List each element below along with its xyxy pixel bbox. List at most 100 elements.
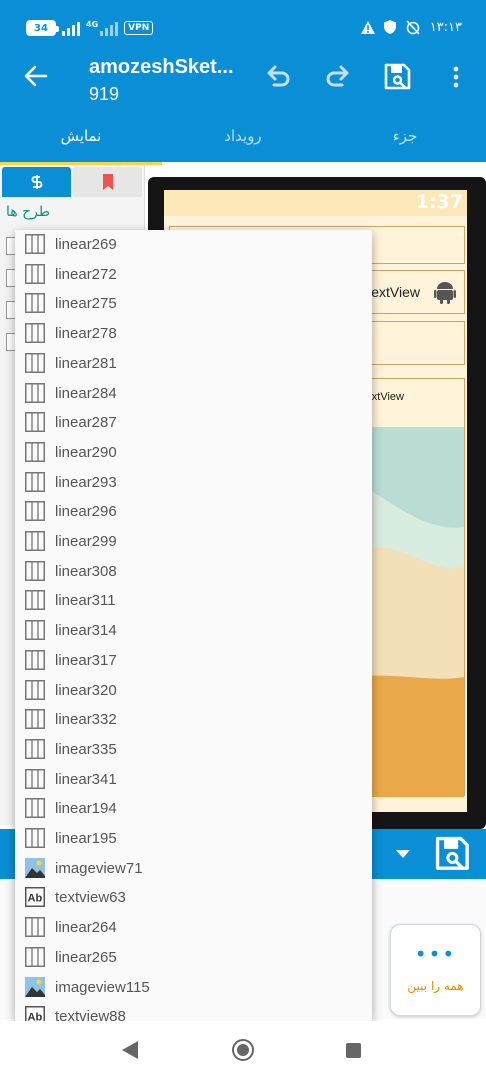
tab-view[interactable]: نمایش	[0, 110, 162, 165]
linear-layout-icon	[25, 323, 45, 344]
palette-tab-widgets[interactable]	[2, 167, 71, 197]
linear-layout-icon	[25, 709, 45, 730]
svg-text:Ab: Ab	[28, 893, 43, 905]
alarm-off-icon	[406, 20, 420, 35]
dropdown-item[interactable]: linear341	[15, 765, 372, 795]
text-icon: Ab	[25, 1006, 45, 1021]
status-left: 34 4G VPN	[26, 20, 154, 36]
dropdown-item[interactable]: linear311	[15, 586, 372, 616]
dropdown-item-label: linear278	[55, 325, 117, 343]
dropdown-item[interactable]: linear314	[15, 616, 372, 646]
dropdown-item[interactable]: imageview115	[15, 973, 372, 1003]
project-title: amozeshSket...	[89, 56, 234, 78]
vpn-badge: VPN	[124, 21, 154, 35]
dropdown-item-label: linear272	[55, 265, 117, 283]
dropdown-item[interactable]: linear265	[15, 943, 372, 973]
preview-textview-2: xtView	[371, 391, 404, 403]
dropdown-item[interactable]: linear194	[15, 794, 372, 824]
more-vert-icon[interactable]	[442, 63, 470, 91]
dropdown-item[interactable]: Ab textview63	[15, 883, 372, 913]
dropdown-item[interactable]: linear281	[15, 349, 372, 379]
dropdown-item[interactable]: linear308	[15, 557, 372, 587]
save-icon[interactable]	[435, 836, 471, 872]
dropdown-item[interactable]: linear284	[15, 379, 372, 409]
nav-home-icon[interactable]	[232, 1039, 254, 1061]
dropdown-item[interactable]: linear278	[15, 319, 372, 349]
back-arrow-icon[interactable]	[22, 63, 48, 89]
signal-icon	[62, 20, 80, 36]
dropdown-item-label: linear281	[55, 354, 117, 372]
dropdown-item[interactable]: linear287	[15, 408, 372, 438]
dropdown-item[interactable]: linear335	[15, 735, 372, 765]
dropdown-item[interactable]: imageview71	[15, 854, 372, 884]
save-icon[interactable]	[384, 63, 412, 91]
app-toolbar: amozeshSket... 919	[0, 46, 486, 110]
linear-layout-icon	[25, 768, 45, 789]
linear-layout-icon	[25, 531, 45, 551]
linear-layout-icon	[25, 679, 45, 700]
dropdown-item[interactable]: linear320	[15, 676, 372, 706]
dropdown-item-label: linear320	[55, 681, 117, 699]
dropdown-item-label: imageview115	[55, 978, 150, 996]
linear-layout-icon	[25, 382, 45, 403]
dropdown-item-label: linear299	[55, 533, 117, 550]
dropdown-item[interactable]: linear299	[15, 527, 372, 557]
dropdown-item-label: linear317	[55, 651, 117, 669]
dropdown-item[interactable]: linear332	[15, 705, 372, 735]
svg-text:Ab: Ab	[28, 1012, 43, 1021]
linear-layout-icon	[25, 828, 45, 848]
dropdown-item[interactable]: linear269	[15, 230, 372, 260]
shield-icon	[383, 20, 396, 34]
palette-tab-bookmarks[interactable]	[73, 167, 142, 197]
text-icon: Ab	[25, 887, 45, 908]
dropdown-item-label: linear311	[55, 592, 116, 610]
linear-layout-icon	[25, 441, 45, 462]
signal-icon-2	[100, 20, 119, 36]
see-all-button[interactable]: ••• همه را ببین	[390, 924, 481, 1016]
palette-tabs	[2, 167, 142, 197]
dropdown-item[interactable]: linear290	[15, 438, 372, 468]
dropdown-item-label: linear296	[55, 503, 117, 521]
dropdown-arrow-icon[interactable]	[396, 850, 410, 858]
dropdown-item-label: linear314	[55, 622, 117, 640]
dropdown-item[interactable]: linear272	[15, 260, 372, 290]
linear-layout-icon	[25, 352, 45, 373]
see-all-label: همه را ببین	[407, 979, 464, 993]
preview-textview: extView	[371, 284, 420, 300]
dropdown-item-label: linear194	[55, 800, 117, 818]
dropdown-item-label: linear264	[55, 919, 117, 937]
bookmark-icon	[102, 174, 113, 190]
palette-title: طرح ها	[6, 204, 51, 220]
dropdown-item[interactable]: linear296	[15, 497, 372, 527]
undo-icon[interactable]	[264, 63, 292, 91]
linear-layout-icon	[25, 649, 45, 670]
preview-time: 1:37	[415, 191, 463, 213]
redo-icon[interactable]	[324, 63, 352, 91]
dropdown-item[interactable]: linear195	[15, 824, 372, 854]
status-right: ۱۳:۱۳	[360, 19, 462, 35]
dropdown-item[interactable]: linear293	[15, 468, 372, 498]
status-bar: 34 4G VPN ۱۳:۱۳	[0, 0, 486, 46]
dropdown-item[interactable]: linear264	[15, 913, 372, 943]
dropdown-item[interactable]: Ab textview88	[15, 1002, 372, 1021]
linear-layout-icon	[25, 234, 45, 254]
linear-layout-icon	[25, 738, 45, 759]
widget-dropdown-list: linear269 linear272 linear275 linear278 line…	[15, 230, 372, 1021]
more-horiz-icon: •••	[414, 942, 457, 966]
tab-event[interactable]: رویداد	[162, 110, 324, 162]
dropdown-item-label: linear332	[55, 711, 117, 729]
dropdown-item-label: linear341	[55, 770, 117, 788]
nav-back-icon[interactable]	[122, 1041, 138, 1059]
nav-recents-icon[interactable]	[346, 1043, 361, 1058]
battery-level: 34	[34, 22, 48, 34]
dropdown-item-label: linear195	[55, 830, 117, 847]
editor-tabs: نمایش رویداد جزء	[0, 110, 486, 165]
tab-component[interactable]: جزء	[324, 110, 486, 162]
dropdown-item[interactable]: linear275	[15, 289, 372, 319]
linear-layout-icon	[25, 798, 45, 819]
project-id: 919	[89, 84, 120, 104]
preview-status-bar: 1:37	[164, 190, 467, 216]
dropdown-item-label: linear335	[55, 740, 117, 758]
system-nav-bar	[0, 1021, 486, 1080]
dropdown-item[interactable]: linear317	[15, 646, 372, 676]
